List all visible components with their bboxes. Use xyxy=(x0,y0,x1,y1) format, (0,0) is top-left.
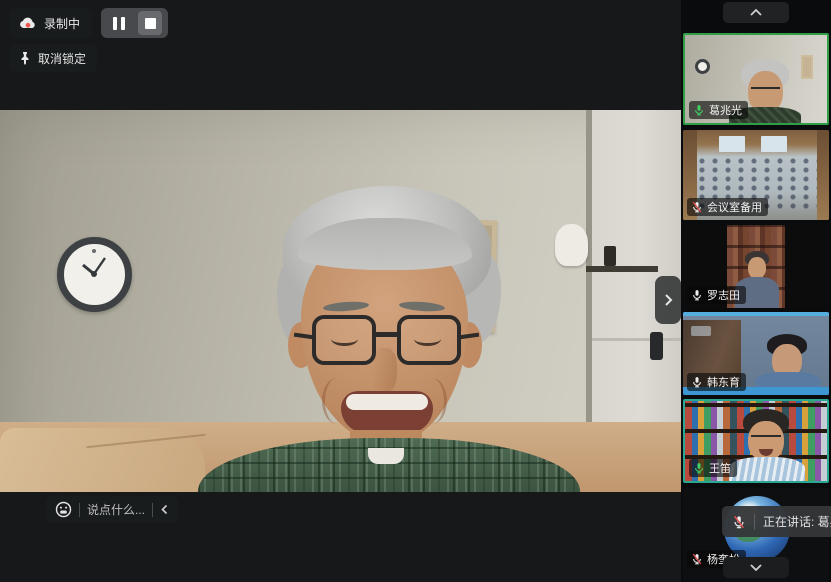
participant-name: 韩东育 xyxy=(707,374,740,390)
pushpin-icon xyxy=(19,51,31,65)
participant-tile-2[interactable]: 会议室备用 xyxy=(683,130,829,220)
stop-icon xyxy=(145,18,156,29)
mini-person xyxy=(729,457,805,483)
mic-on-icon xyxy=(691,376,703,388)
unpin-button[interactable]: 取消锁定 xyxy=(10,44,97,72)
recording-buttons xyxy=(101,8,168,38)
mic-on-icon xyxy=(691,289,703,301)
nose xyxy=(371,348,397,392)
speaking-toast: 正在讲话: 葛兆光 xyxy=(722,506,831,537)
participant-tile-1[interactable]: 葛兆光 xyxy=(683,33,829,125)
glasses-bridge xyxy=(372,332,401,337)
chevron-down-icon xyxy=(749,563,763,572)
eye xyxy=(331,332,358,346)
participant-name-chip: 会议室备用 xyxy=(687,198,768,216)
speaking-toast-text: 正在讲话: 葛兆光 xyxy=(763,513,831,530)
video-artifact xyxy=(683,312,829,316)
chat-input-bar: 说点什么... xyxy=(46,496,178,523)
mic-muted-icon xyxy=(732,515,746,529)
furniture-glint xyxy=(691,326,711,336)
scroll-down-button[interactable] xyxy=(723,557,789,578)
participant-name-chip: 葛兆光 xyxy=(689,101,748,119)
meeting-window: 录制中 取消锁定 xyxy=(0,0,831,582)
divider xyxy=(79,503,80,517)
main-stage-area: 录制中 取消锁定 xyxy=(0,0,681,582)
participant-name: 罗志田 xyxy=(707,287,740,303)
participants-sidebar: 葛兆光 会议室备用 xyxy=(681,0,831,582)
mic-muted-icon xyxy=(691,553,703,565)
divider xyxy=(152,503,153,517)
collapse-sidebar-handle[interactable] xyxy=(655,276,681,324)
participant-tile-4[interactable]: 韩东育 xyxy=(683,312,829,395)
teeth xyxy=(346,394,428,410)
recording-label: 录制中 xyxy=(44,15,80,32)
participant-tile-3[interactable]: 罗志田 xyxy=(683,225,829,308)
participant-name-chip: 罗志田 xyxy=(687,286,746,304)
scroll-up-button[interactable] xyxy=(723,2,789,23)
pause-recording-button[interactable] xyxy=(107,11,131,35)
cloud-record-icon xyxy=(19,16,37,30)
checkered-shirt xyxy=(198,438,580,492)
emoji-icon[interactable] xyxy=(55,501,72,518)
stop-recording-button[interactable] xyxy=(138,11,162,35)
chevron-left-icon[interactable] xyxy=(160,504,169,515)
undershirt xyxy=(368,448,404,464)
projection-screen xyxy=(719,136,745,152)
main-video-person xyxy=(0,110,681,492)
eye xyxy=(414,332,441,346)
mini-clock xyxy=(695,59,710,74)
mini-person xyxy=(748,257,766,279)
participant-name: 王笛 xyxy=(709,460,731,476)
participant-name-chip: 韩东育 xyxy=(687,373,746,391)
mini-frame xyxy=(801,55,813,79)
mini-person xyxy=(751,435,781,443)
participant-name: 会议室备用 xyxy=(707,199,762,215)
mic-muted-icon xyxy=(691,201,703,213)
mouth xyxy=(341,391,433,433)
chevron-right-icon xyxy=(663,293,673,307)
participant-name-chip: 王笛 xyxy=(689,459,737,477)
chat-placeholder[interactable]: 说点什么... xyxy=(87,501,145,518)
recording-status: 录制中 xyxy=(10,8,92,38)
hall-wall xyxy=(817,130,829,220)
main-video-feed[interactable] xyxy=(0,110,681,492)
chevron-up-icon xyxy=(749,8,763,17)
mic-on-icon xyxy=(693,462,705,474)
participant-name: 葛兆光 xyxy=(709,102,742,118)
unpin-label: 取消锁定 xyxy=(38,50,86,67)
recording-controls: 录制中 xyxy=(10,8,168,38)
mic-on-icon xyxy=(693,104,705,116)
pause-icon xyxy=(113,17,125,30)
participant-tile-5[interactable]: 王笛 xyxy=(683,399,829,483)
mini-person xyxy=(751,87,780,94)
divider xyxy=(754,514,755,530)
projection-screen xyxy=(761,136,787,152)
